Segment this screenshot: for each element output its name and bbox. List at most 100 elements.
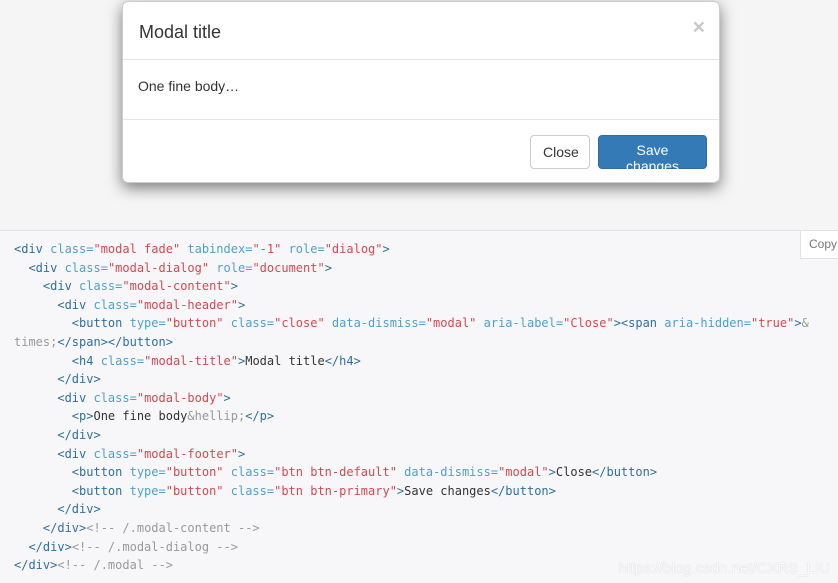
code-token: "modal": [425, 316, 477, 331]
code-token: times;: [14, 334, 58, 349]
code-token: class=: [223, 316, 275, 331]
code-token: <div: [28, 260, 65, 275]
code-token: </span></button>: [57, 334, 173, 349]
code-token: <div: [14, 242, 51, 256]
code-token: >: [548, 465, 556, 480]
code-token: </p>: [245, 409, 275, 424]
watermark: https://blog.csdn.net/CXRS_LIU: [618, 560, 830, 577]
copy-button[interactable]: Copy: [800, 231, 838, 259]
save-changes-button[interactable]: Save changes: [598, 135, 707, 174]
code-line: <div class="modal-dialog" role="document…: [14, 260, 331, 275]
modal-header: Modal title ×: [123, 2, 719, 60]
code-token: </button>: [490, 483, 556, 498]
code-token: "btn btn-primary": [274, 483, 397, 498]
code-token: </div>: [57, 427, 101, 442]
code-token: <h4: [71, 353, 101, 368]
code-line: </div>: [14, 372, 100, 386]
code-token: role=: [209, 260, 253, 275]
code-token: Modal title: [245, 353, 325, 368]
code-token: One fine body: [93, 409, 188, 424]
code-token: class=: [100, 353, 145, 368]
code-token: "modal fade": [93, 242, 181, 256]
code-token: <div: [42, 279, 80, 294]
code-token: </div>: [57, 502, 101, 517]
code-token: "modal": [498, 465, 549, 480]
code-line: </div><!-- /.modal-dialog -->: [14, 540, 238, 554]
code-token: "modal-title": [144, 353, 238, 368]
code-line: <div class="modal-content">: [14, 279, 238, 293]
close-icon[interactable]: ×: [693, 16, 705, 40]
code-token: <div: [57, 297, 94, 312]
code-token: >: [794, 316, 802, 331]
code-token: ><span: [613, 316, 665, 331]
code-token: &: [801, 316, 809, 331]
code-token: "button": [165, 483, 224, 498]
close-button[interactable]: Close: [530, 135, 590, 169]
code-line: <h4 class="modal-title">Modal title</h4>: [14, 354, 361, 368]
code-token: >: [230, 279, 238, 294]
code-token: aria-label=: [476, 316, 564, 331]
code-token: "-1": [252, 242, 282, 256]
code-token: <!-- /.modal -->: [57, 558, 173, 573]
code-token: "button": [165, 465, 224, 480]
code-token: class=: [223, 483, 275, 498]
code-token: type=: [129, 465, 166, 480]
code-line: <button type="button" class="btn btn-def…: [14, 465, 657, 479]
code-line: </div><!-- /.modal-content -->: [14, 521, 260, 535]
code-token: class=: [93, 446, 137, 461]
code-line: <button type="button" class="close" data…: [14, 316, 809, 330]
code-line: <div class="modal-body">: [14, 390, 230, 405]
modal-footer: Close Save changes: [123, 120, 719, 182]
modal-body: One fine body…: [123, 60, 719, 120]
code-line: </div>: [14, 427, 101, 442]
code-token: Save changes: [404, 483, 491, 498]
code-token: &hellip;: [187, 409, 246, 424]
code-token: </div>: [28, 539, 72, 554]
code-token: <div: [57, 446, 94, 461]
code-token: "modal-header": [136, 297, 238, 312]
code-line: <div class="modal fade" tabindex="-1" ro…: [14, 242, 390, 256]
code-token: <button: [71, 483, 130, 498]
code-token: aria-hidden=: [664, 316, 751, 331]
code-block: <div class= "modal fade" tabindex="-1" ro…: [14, 240, 809, 575]
code-line: <div class="modal-footer">: [14, 447, 245, 461]
code-token: tabindex=: [180, 242, 253, 256]
code-token: <button: [71, 316, 130, 331]
code-token: class=: [93, 390, 137, 405]
code-token: <p>: [71, 409, 94, 424]
code-token: "modal-dialog": [107, 260, 210, 275]
code-token: type=: [129, 483, 166, 498]
code-token: type=: [129, 316, 166, 331]
code-token: role=: [281, 242, 325, 256]
code-line: times;</span></button>: [14, 335, 173, 349]
code-line: <button type="button" class="btn btn-pri…: [14, 484, 556, 498]
code-token: class=: [93, 297, 137, 312]
code-token: "modal-footer": [136, 446, 238, 461]
code-line: <p>One fine body&hellip;</p>: [14, 409, 274, 423]
code-token: "document": [252, 260, 325, 275]
code-token: </h4>: [324, 353, 361, 368]
code-line: <div class="modal-header">: [14, 298, 245, 312]
code-token: </div>: [42, 520, 87, 535]
code-token: data-dismiss=: [396, 465, 499, 480]
modal-body-text: One fine body…: [138, 78, 240, 94]
code-token: class=: [64, 260, 108, 275]
code-token: "close": [274, 316, 325, 331]
code-token: </button>: [592, 465, 658, 480]
code-token: >: [382, 242, 390, 256]
code-line: </div><!-- /.modal -->: [14, 558, 173, 572]
code-token: <!-- /.modal-content -->: [86, 520, 260, 535]
code-token: <button: [71, 465, 130, 480]
